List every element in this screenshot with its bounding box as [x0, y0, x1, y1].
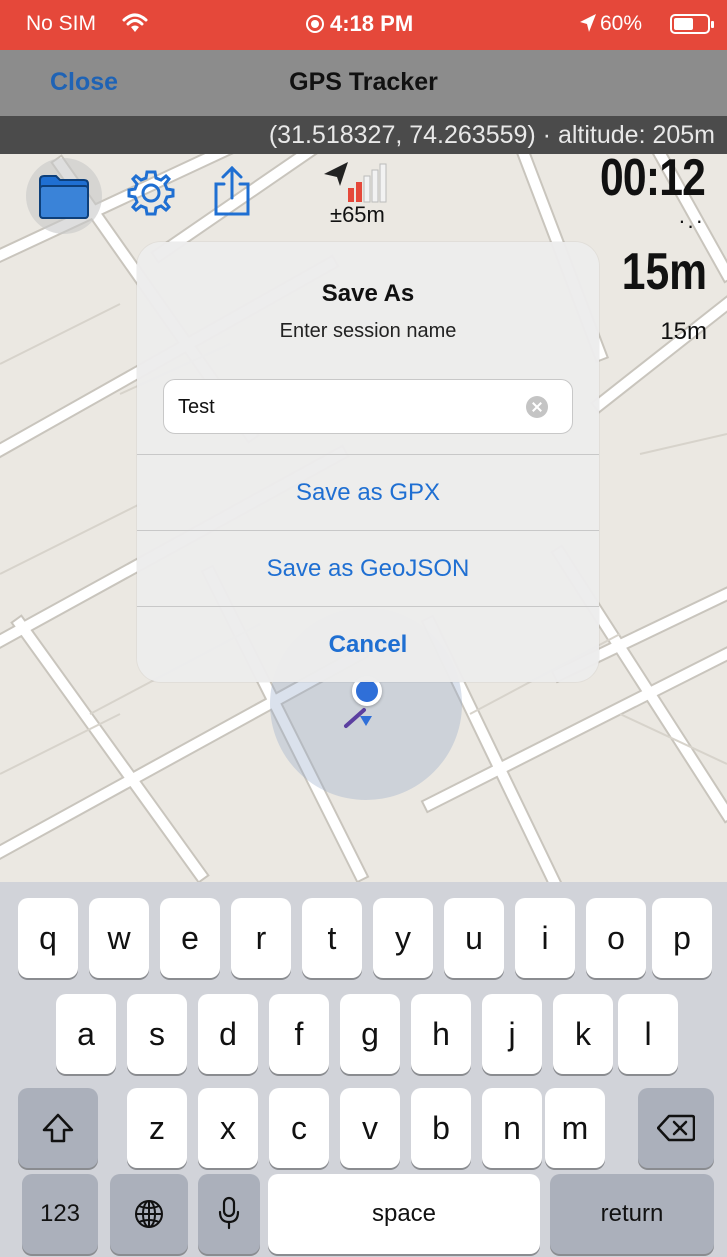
key-m[interactable]: m — [545, 1088, 605, 1168]
key-w[interactable]: w — [89, 898, 149, 978]
key-j[interactable]: j — [482, 994, 542, 1074]
battery-icon — [670, 14, 714, 34]
coordinates-text: (31.518327, 74.263559) · altitude: 205m — [268, 121, 715, 149]
carrier-label: No SIM — [26, 12, 97, 35]
key-o[interactable]: o — [586, 898, 646, 978]
status-bar: No SIM 4:18 PM 60% — [0, 0, 727, 50]
key-q[interactable]: q — [18, 898, 78, 978]
key-p[interactable]: p — [652, 898, 712, 978]
key-r[interactable]: r — [231, 898, 291, 978]
key-l[interactable]: l — [618, 994, 678, 1074]
key-z[interactable]: z — [127, 1088, 187, 1168]
key-e[interactable]: e — [160, 898, 220, 978]
shift-key[interactable] — [18, 1088, 98, 1168]
accuracy-label: ±65m — [330, 202, 385, 227]
keyboard: q w e r t y u i o p a s d f g h j k l z … — [0, 882, 727, 1257]
dialog-message: Enter session name — [279, 320, 457, 342]
folder-icon — [39, 175, 89, 219]
key-b[interactable]: b — [411, 1088, 471, 1168]
location-services-icon — [580, 14, 596, 32]
backspace-icon — [656, 1114, 696, 1142]
save-as-gpx-button[interactable]: Save as GPX — [137, 454, 599, 530]
signal-icon — [324, 162, 387, 203]
key-y[interactable]: y — [373, 898, 433, 978]
total-distance: 15m — [621, 243, 707, 301]
numbers-key[interactable]: 123 — [22, 1174, 98, 1254]
key-v[interactable]: v — [340, 1088, 400, 1168]
globe-key[interactable] — [110, 1174, 188, 1254]
key-d[interactable]: d — [198, 994, 258, 1074]
save-as-geojson-button[interactable]: Save as GeoJSON — [137, 530, 599, 606]
key-t[interactable]: t — [302, 898, 362, 978]
dictation-key[interactable] — [198, 1174, 260, 1254]
key-a[interactable]: a — [56, 994, 116, 1074]
segment-distance: 15m — [660, 318, 707, 345]
gps-signal-indicator: ±65m — [322, 160, 412, 230]
time-label: 4:18 PM — [330, 11, 414, 36]
space-key[interactable]: space — [268, 1174, 540, 1254]
gear-icon[interactable] — [124, 166, 178, 220]
page-title: GPS Tracker — [289, 68, 438, 96]
key-i[interactable]: i — [515, 898, 575, 978]
key-f[interactable]: f — [269, 994, 329, 1074]
key-h[interactable]: h — [411, 994, 471, 1074]
key-c[interactable]: c — [269, 1088, 329, 1168]
wifi-icon — [122, 13, 148, 32]
return-key[interactable]: return — [550, 1174, 714, 1254]
key-s[interactable]: s — [127, 994, 187, 1074]
folder-button[interactable] — [26, 158, 102, 234]
session-name-input[interactable] — [178, 392, 498, 422]
share-icon[interactable] — [210, 164, 254, 218]
key-x[interactable]: x — [198, 1088, 258, 1168]
elapsed-subtext: ·.· — [678, 208, 705, 233]
recording-icon — [306, 15, 324, 33]
microphone-icon — [218, 1196, 240, 1230]
session-name-field[interactable] — [163, 379, 573, 434]
delete-key[interactable] — [638, 1088, 714, 1168]
shift-icon — [42, 1113, 74, 1143]
key-u[interactable]: u — [444, 898, 504, 978]
navigation-bar: Close GPS Tracker — [0, 50, 727, 116]
save-as-dialog: Save As Enter session name Save as GPX S… — [137, 242, 599, 682]
cancel-button[interactable]: Cancel — [137, 606, 599, 682]
status-time: 4:18 PM — [306, 11, 413, 37]
elapsed-time: 00:12 — [600, 149, 706, 207]
key-k[interactable]: k — [553, 994, 613, 1074]
battery-fill — [674, 18, 693, 30]
key-g[interactable]: g — [340, 994, 400, 1074]
clear-text-icon[interactable] — [526, 396, 548, 418]
screen: No SIM 4:18 PM 60% Close GPS Tracker (31… — [0, 0, 727, 1257]
globe-icon — [135, 1200, 163, 1228]
dialog-title: Save As — [321, 280, 415, 307]
battery-percent: 60% — [600, 12, 643, 35]
key-n[interactable]: n — [482, 1088, 542, 1168]
